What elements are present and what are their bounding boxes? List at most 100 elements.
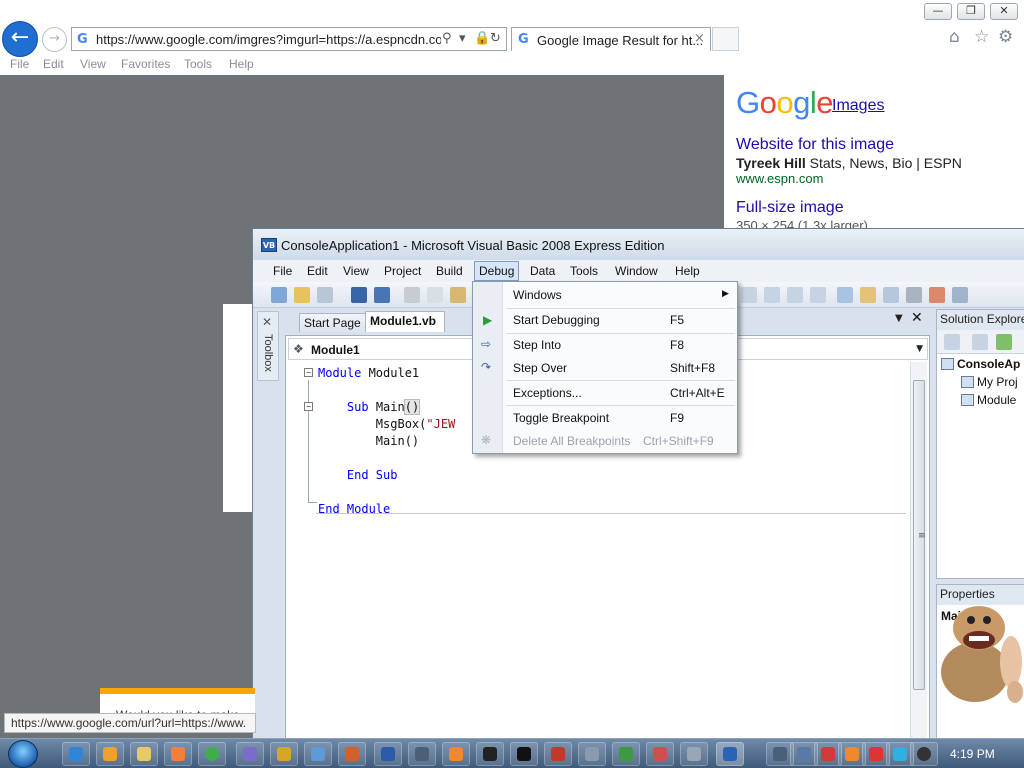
tab-list-dropdown-icon[interactable]: ▼: [895, 313, 903, 324]
home-icon[interactable]: ⌂: [949, 27, 960, 47]
start-button[interactable]: [8, 740, 38, 768]
error-list-icon[interactable]: [952, 287, 968, 303]
menu-item-windows[interactable]: Windows ▶: [504, 284, 737, 306]
restore-button[interactable]: ❐: [957, 3, 985, 20]
taskbar-shield-icon[interactable]: [544, 742, 572, 766]
refresh-icon[interactable]: ↻: [490, 31, 501, 46]
taskbar-chrome-icon[interactable]: [198, 742, 226, 766]
vb-menu-data[interactable]: Data: [530, 264, 555, 278]
lock-icon[interactable]: 🔒: [474, 31, 490, 46]
add-item-icon[interactable]: [317, 287, 333, 303]
menu-item-toggle-breakpoint[interactable]: Toggle Breakpoint F9: [504, 407, 737, 429]
address-url[interactable]: https://www.google.com/imgres?imgurl=htt…: [96, 32, 441, 47]
taskbar-utility-icon[interactable]: [646, 742, 674, 766]
solution-explorer-icon[interactable]: [837, 287, 853, 303]
indent-icon[interactable]: [741, 287, 757, 303]
taskbar-search-icon[interactable]: [442, 742, 470, 766]
solution-tree-module[interactable]: Module: [961, 393, 1016, 407]
comment-icon[interactable]: [764, 287, 780, 303]
taskbar-powershell-icon[interactable]: [374, 742, 402, 766]
properties-button-icon[interactable]: [944, 334, 960, 350]
menu-item-start-debugging[interactable]: ▶ Start Debugging F5: [483, 309, 737, 331]
start-page-icon[interactable]: [929, 287, 945, 303]
taskbar-tools-icon[interactable]: [338, 742, 366, 766]
taskbar-media-player-icon[interactable]: [96, 742, 124, 766]
taskbar-folder-icon[interactable]: [304, 742, 332, 766]
close-document-icon[interactable]: ✕: [911, 310, 923, 326]
taskbar-csharp-icon[interactable]: [612, 742, 640, 766]
save-all-icon[interactable]: [374, 287, 390, 303]
fullsize-heading-link[interactable]: Full-size image: [736, 199, 844, 217]
menu-favorites[interactable]: Favorites: [121, 57, 170, 71]
forward-button[interactable]: →: [42, 27, 67, 52]
close-button[interactable]: ✕: [990, 3, 1018, 20]
browser-tab[interactable]: G Google Image Result for ht... ×: [511, 27, 711, 51]
taskbar-audio-icon[interactable]: [270, 742, 298, 766]
solution-tree-myproject[interactable]: My Proj: [961, 375, 1018, 389]
gear-icon[interactable]: ⚙: [998, 27, 1013, 47]
search-icon[interactable]: ⚲: [442, 31, 452, 46]
taskbar-explorer-icon[interactable]: [130, 742, 158, 766]
taskbar-cmd-icon[interactable]: [510, 742, 538, 766]
scrollbar-thumb[interactable]: ≡: [913, 380, 926, 690]
vb-menu-project[interactable]: Project: [384, 264, 421, 278]
vb-menu-build[interactable]: Build: [436, 264, 463, 278]
show-all-files-icon[interactable]: [972, 334, 988, 350]
taskbar-ie-icon[interactable]: [62, 742, 90, 766]
toolbox-icon[interactable]: [906, 287, 922, 303]
vertical-scrollbar[interactable]: ≡: [910, 362, 927, 739]
menu-help[interactable]: Help: [229, 57, 254, 71]
menu-tools[interactable]: Tools: [184, 57, 212, 71]
vb-menu-file[interactable]: File: [273, 264, 292, 278]
taskbar-paint-icon[interactable]: [236, 742, 264, 766]
menu-file[interactable]: File: [10, 57, 29, 71]
new-project-icon[interactable]: [271, 287, 287, 303]
cut-icon[interactable]: [404, 287, 420, 303]
website-heading-link[interactable]: Website for this image: [736, 136, 894, 154]
collapse-sub-icon[interactable]: −: [304, 402, 313, 411]
taskbar-7zip-icon[interactable]: [476, 742, 504, 766]
vb-menu-help[interactable]: Help: [675, 264, 700, 278]
solution-tree-project[interactable]: ConsoleAp: [941, 357, 1020, 371]
vb-menu-view[interactable]: View: [343, 264, 369, 278]
taskbar-gear-icon[interactable]: [578, 742, 606, 766]
new-tab-button[interactable]: [712, 27, 739, 51]
menu-view[interactable]: View: [80, 57, 106, 71]
vb-menu-window[interactable]: Window: [615, 264, 658, 278]
menu-item-exceptions[interactable]: Exceptions... Ctrl+Alt+E: [504, 382, 737, 404]
save-icon[interactable]: [351, 287, 367, 303]
tab-start-page[interactable]: Start Page: [299, 313, 372, 332]
tray-volume-icon[interactable]: [910, 742, 938, 766]
vb-title-bar[interactable]: VB ConsoleApplication1 - Microsoft Visua…: [253, 229, 1024, 260]
image-preview[interactable]: [223, 304, 255, 512]
menu-item-step-into[interactable]: ⇨ Step Into F8: [481, 334, 737, 356]
star-icon[interactable]: ☆: [974, 27, 989, 47]
google-logo[interactable]: Google: [736, 85, 834, 121]
vb-menu-edit[interactable]: Edit: [307, 264, 328, 278]
taskbar-floppy-icon[interactable]: [408, 742, 436, 766]
toolbox-tab[interactable]: ✕ Toolbox: [257, 311, 279, 381]
taskbar-settings-icon[interactable]: [680, 742, 708, 766]
tab-close-icon[interactable]: ×: [694, 31, 705, 46]
object-browser-icon[interactable]: [883, 287, 899, 303]
uncomment-icon[interactable]: [787, 287, 803, 303]
back-button[interactable]: ←: [2, 21, 38, 57]
minimize-button[interactable]: —: [924, 3, 952, 20]
taskbar-app-icon[interactable]: [164, 742, 192, 766]
tab-module1[interactable]: Module1.vb: [365, 311, 446, 332]
vb-menu-tools[interactable]: Tools: [570, 264, 598, 278]
address-bar[interactable]: G https://www.google.com/imgres?imgurl=h…: [71, 27, 507, 51]
properties-icon[interactable]: [860, 287, 876, 303]
refresh-icon[interactable]: [996, 334, 1012, 350]
images-link[interactable]: Images: [832, 97, 884, 115]
bookmark-icon[interactable]: [810, 287, 826, 303]
dropdown-icon[interactable]: ▾: [459, 31, 466, 46]
collapse-module-icon[interactable]: −: [304, 368, 313, 377]
menu-item-step-over[interactable]: ↷ Step Over Shift+F8: [481, 357, 737, 379]
menu-edit[interactable]: Edit: [43, 57, 64, 71]
open-file-icon[interactable]: [294, 287, 310, 303]
copy-icon[interactable]: [427, 287, 443, 303]
clock[interactable]: 4:19 PM: [950, 747, 995, 761]
paste-icon[interactable]: [450, 287, 466, 303]
taskbar-vb-express-icon[interactable]: [716, 742, 744, 766]
